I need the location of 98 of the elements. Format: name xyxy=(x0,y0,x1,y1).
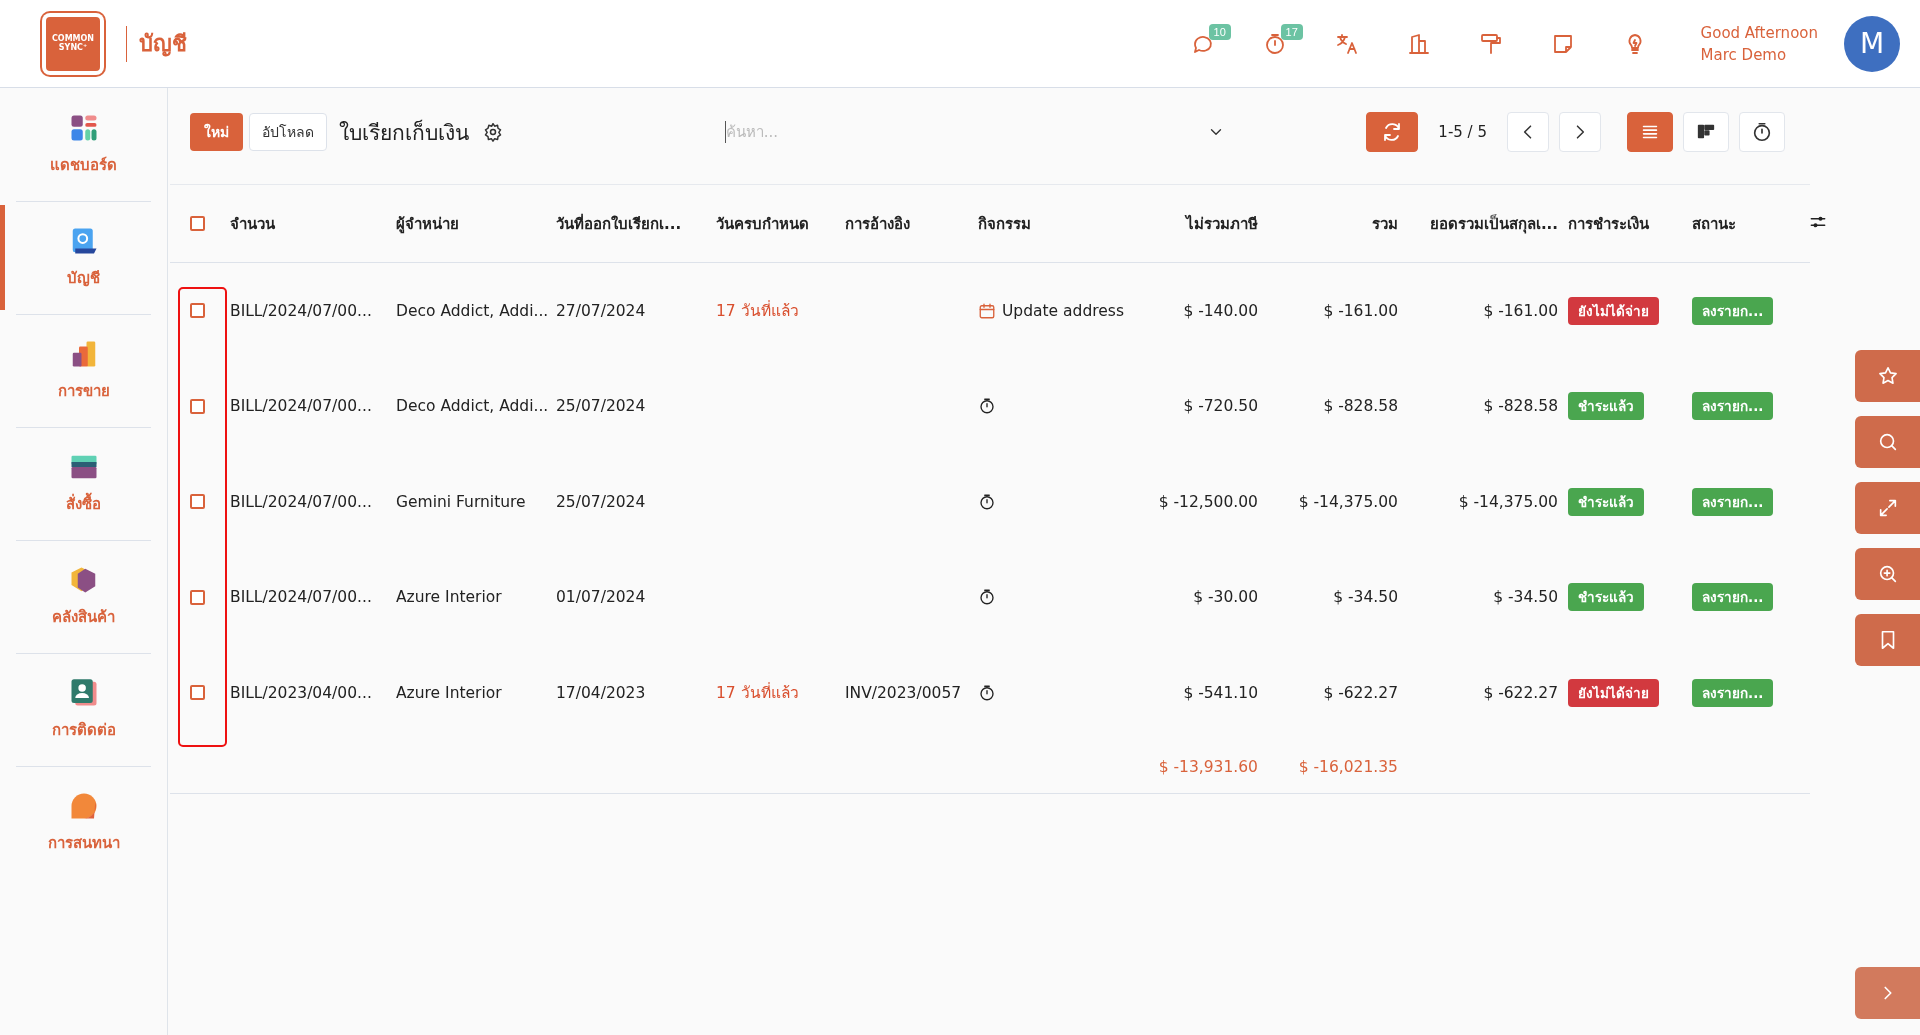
payment-status-badge: ยังไม่ได้จ่าย xyxy=(1568,678,1659,707)
column-header[interactable]: จำนวน xyxy=(230,211,396,236)
sidebar-item[interactable]: แดชบอร์ด xyxy=(50,152,117,177)
checkbox[interactable] xyxy=(190,589,205,605)
table-cell-text: $ -34.50 xyxy=(1492,588,1559,607)
table-cell-text: BILL/2024/07/00... xyxy=(230,301,373,320)
status-badge: ลงรายก... xyxy=(1692,392,1774,421)
table-cell-text: Deco Addict, Addi... xyxy=(396,301,550,320)
table-cell-text: 27/07/2024 xyxy=(556,301,647,320)
status-badge: ลงรายก... xyxy=(1692,583,1774,612)
due-date-text: 17 วันที่แล้ว xyxy=(716,681,800,705)
list-view-button[interactable] xyxy=(1627,112,1673,152)
app-logo[interactable]: COMMON SYNC⁺ xyxy=(42,12,104,75)
greeting-text: Good Afternoon xyxy=(1700,22,1818,44)
table-cell-text: $ -30.00 xyxy=(1192,588,1259,607)
table-cell-text: 25/07/2024 xyxy=(556,492,647,511)
expand-button[interactable] xyxy=(1855,482,1920,534)
count-badge: 17 xyxy=(1280,23,1303,40)
total-amount: $ -16,021.35 xyxy=(1297,757,1399,776)
table-cell-text: $ -12,500.00 xyxy=(1157,492,1259,511)
pager-text: 1-5 / 5 xyxy=(1438,123,1487,141)
checkbox[interactable] xyxy=(190,216,205,231)
upload-button[interactable]: อัปโหลด xyxy=(249,113,327,151)
stopwatch-button[interactable] xyxy=(1739,112,1785,152)
refresh-button[interactable] xyxy=(1366,112,1419,152)
bookmark-button[interactable] xyxy=(1855,614,1920,666)
table-cell-text: $ -622.27 xyxy=(1482,683,1559,702)
calendar-icon xyxy=(978,301,996,320)
table-cell-text: $ -140.00 xyxy=(1182,301,1259,320)
paint-roller-icon xyxy=(1478,31,1503,56)
table-cell-text: Deco Addict, Addi... xyxy=(396,397,550,416)
checkbox[interactable] xyxy=(190,685,205,701)
column-header[interactable]: วันที่ออกใบเรียกเ... xyxy=(556,211,716,236)
stopwatch-icon xyxy=(978,683,996,702)
count-badge: 10 xyxy=(1208,23,1231,40)
stopwatch-icon xyxy=(1751,121,1773,143)
due-date-text: 17 วันที่แล้ว xyxy=(716,299,800,323)
activity-text: Update address xyxy=(1002,301,1124,320)
column-header[interactable]: ผู้จำหน่าย xyxy=(396,211,556,236)
search-button[interactable] xyxy=(1855,416,1920,468)
app-title: บัญชี xyxy=(139,30,187,59)
checkbox[interactable] xyxy=(190,398,205,414)
page-title: ใบเรียกเก็บเงิน xyxy=(339,118,469,147)
table-cell-text: $ -161.00 xyxy=(1322,301,1399,320)
table-cell-text: $ -720.50 xyxy=(1182,397,1259,416)
total-amount: $ -13,931.60 xyxy=(1157,757,1259,776)
table-cell-text: BILL/2024/07/00... xyxy=(230,397,373,416)
column-header[interactable]: สถานะ xyxy=(1692,211,1808,236)
table-cell-text: INV/2023/0057 xyxy=(845,683,963,702)
stopwatch-icon xyxy=(978,492,996,511)
user-name: Marc Demo xyxy=(1700,44,1788,66)
star-icon xyxy=(1876,365,1899,387)
sidebar-item[interactable]: สั่งซื้อ xyxy=(66,491,101,516)
new-button[interactable]: ใหม่ xyxy=(190,113,243,151)
stopwatch-icon xyxy=(978,588,996,607)
sidebar-item[interactable]: การติดต่อ xyxy=(51,717,116,742)
translate-icon xyxy=(1334,31,1359,56)
settings-icon xyxy=(483,122,503,142)
table-cell-text: $ -828.58 xyxy=(1482,397,1559,416)
zoom-in-button[interactable] xyxy=(1855,548,1920,600)
column-header[interactable]: กิจกรรม xyxy=(978,211,1128,236)
checkbox[interactable] xyxy=(190,303,205,319)
table-cell-text: $ -161.00 xyxy=(1482,301,1559,320)
stopwatch-icon xyxy=(978,397,996,416)
table-cell-text: 17/04/2023 xyxy=(556,683,647,702)
column-header[interactable]: การชำระเงิน xyxy=(1568,211,1692,236)
table-cell-text: $ -14,375.00 xyxy=(1457,492,1559,511)
table-cell-text: $ -14,375.00 xyxy=(1297,492,1399,511)
payment-status-badge: ยังไม่ได้จ่าย xyxy=(1568,296,1659,325)
table-cell-text: $ -828.58 xyxy=(1322,397,1399,416)
payment-status-badge: ชำระแล้ว xyxy=(1568,392,1644,421)
table-cell-text: Azure Interior xyxy=(396,588,503,607)
table-cell-text: BILL/2023/04/00... xyxy=(230,683,373,702)
kanban-view-button[interactable] xyxy=(1683,112,1729,152)
payment-status-badge: ชำระแล้ว xyxy=(1568,583,1644,612)
status-badge: ลงรายก... xyxy=(1692,678,1774,707)
table-cell-text: $ -622.27 xyxy=(1322,683,1399,702)
checkbox[interactable] xyxy=(190,494,205,510)
column-header[interactable]: ไม่รวมภาษี xyxy=(1128,211,1268,236)
table-cell-text: BILL/2024/07/00... xyxy=(230,588,373,607)
table-cell-text: $ -34.50 xyxy=(1332,588,1399,607)
table-cell-text: Gemini Furniture xyxy=(396,492,527,511)
status-badge: ลงรายก... xyxy=(1692,487,1774,516)
table-cell-text: 25/07/2024 xyxy=(556,397,647,416)
building-icon xyxy=(1406,31,1431,56)
payment-status-badge: ชำระแล้ว xyxy=(1568,487,1644,516)
table-cell-text: 01/07/2024 xyxy=(556,588,647,607)
table-cell-text: $ -541.10 xyxy=(1182,683,1259,702)
column-header[interactable]: รวม xyxy=(1268,211,1408,236)
table-cell-text: Azure Interior xyxy=(396,683,503,702)
column-header[interactable]: วันครบกำหนด xyxy=(716,211,845,236)
search-field[interactable]: ค้นหา... xyxy=(724,121,1199,143)
star-button[interactable] xyxy=(1855,350,1920,402)
table-cell-text: BILL/2024/07/00... xyxy=(230,492,373,511)
column-header[interactable]: การอ้างอิง xyxy=(845,211,978,236)
user-avatar[interactable]: M xyxy=(1844,15,1900,72)
column-header[interactable]: ยอดรวมเป็นสกุลเ... xyxy=(1408,211,1568,236)
status-badge: ลงรายก... xyxy=(1692,296,1774,325)
